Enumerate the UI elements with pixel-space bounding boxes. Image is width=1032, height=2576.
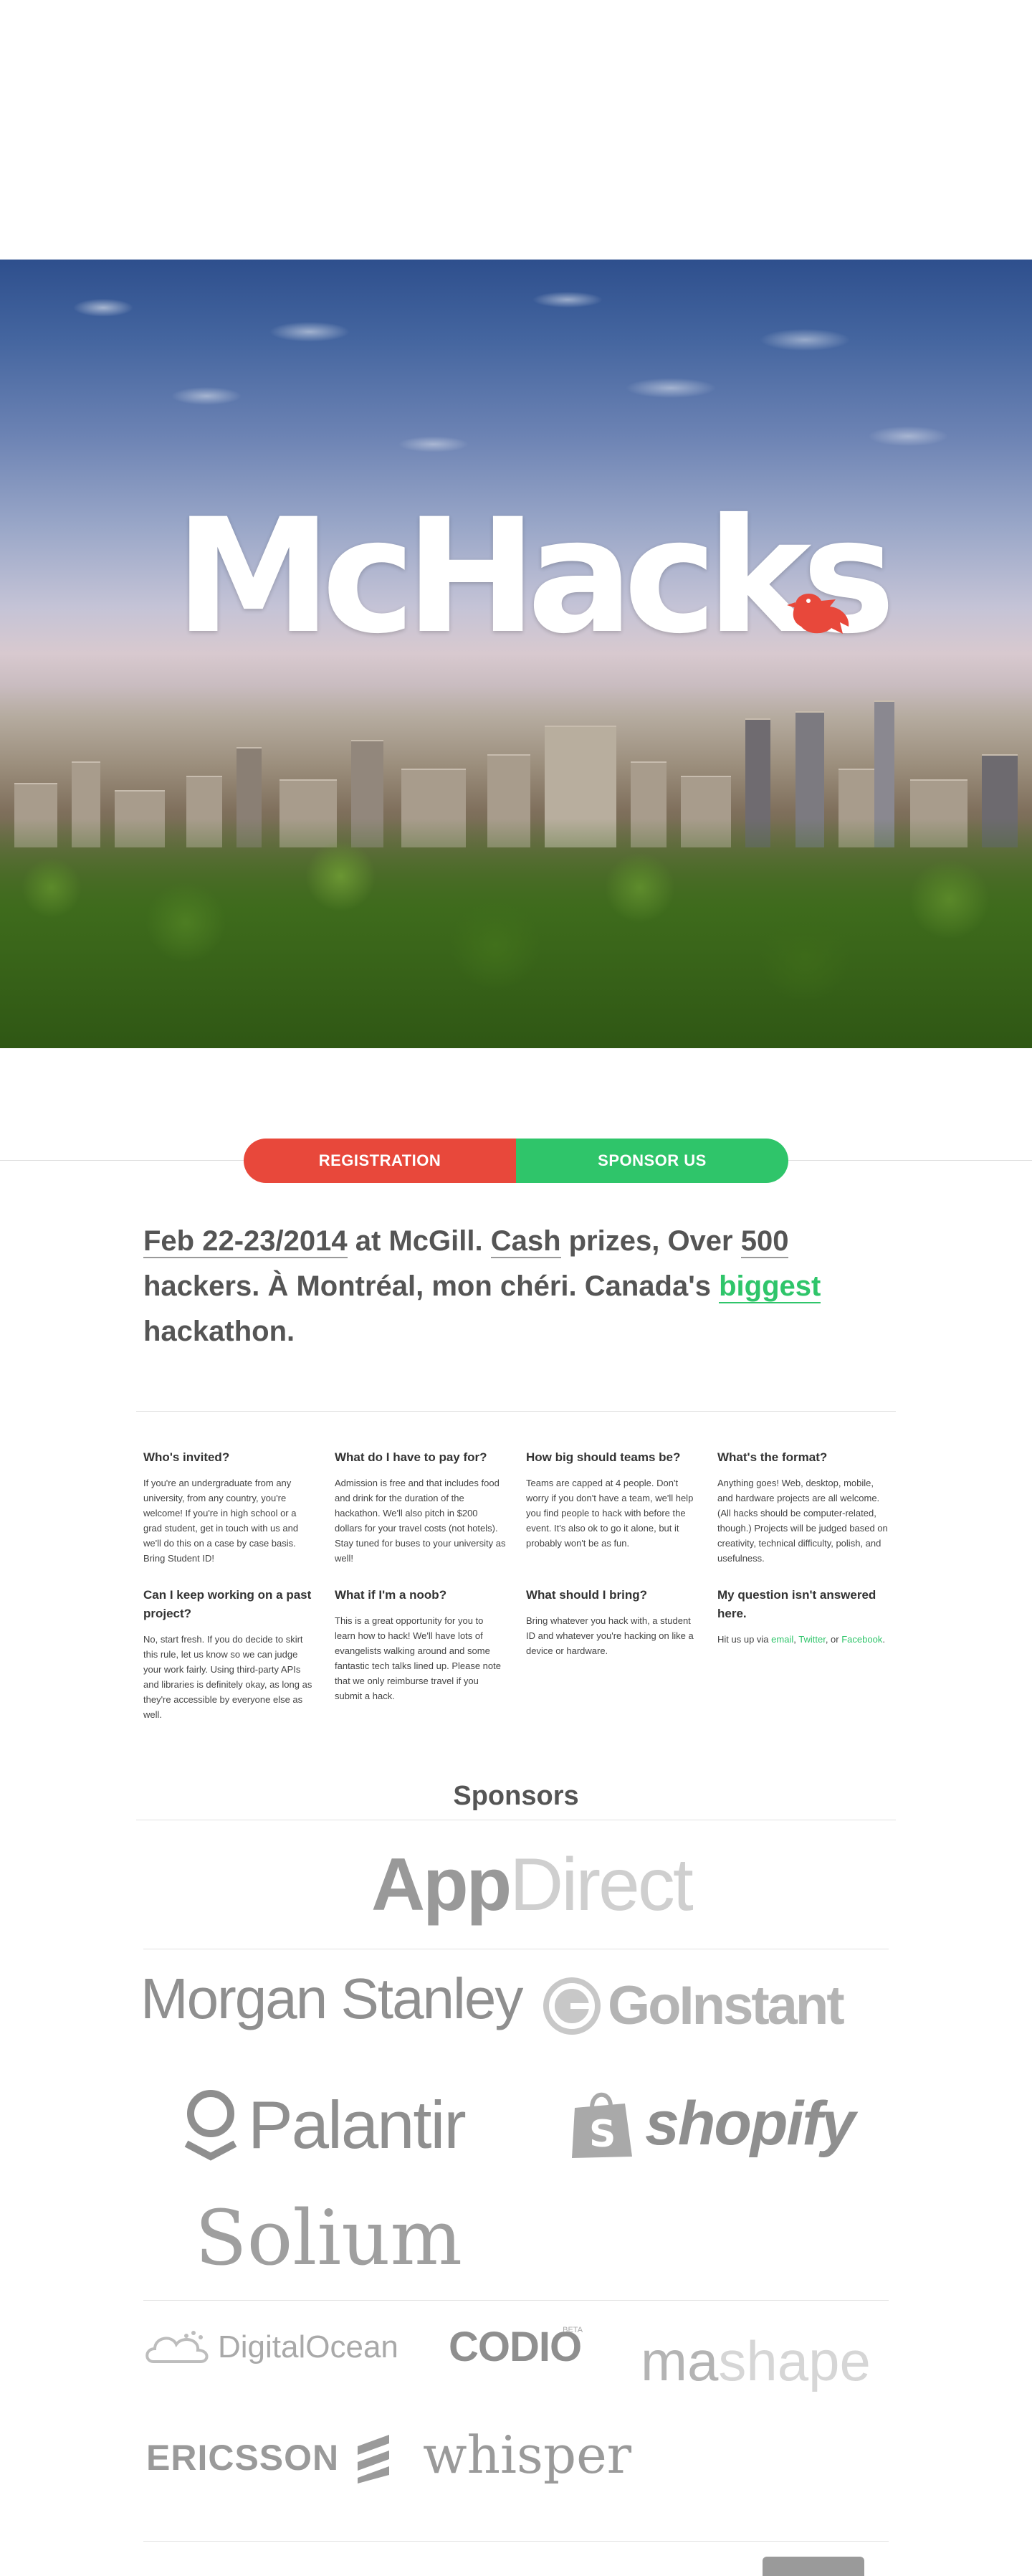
hacker-count: 500 [740, 1225, 789, 1258]
faq-item: What should I bring? Bring whatever you … [526, 1586, 697, 1722]
faq-question: What do I have to pay for? [335, 1450, 487, 1464]
palantir-icon [184, 2090, 237, 2161]
mashape-logo-part: shape [718, 2329, 871, 2392]
sponsors-title: Sponsors [453, 1781, 579, 1811]
sponsor-us-button[interactable]: SPONSOR US [516, 1139, 788, 1183]
ericsson-logo[interactable]: ERICSSON [146, 2432, 393, 2484]
logo-text: McHacks [175, 485, 896, 668]
faq-answer: Bring whatever you hack with, a student … [526, 1615, 694, 1656]
shopify-logo[interactable]: S shopify [568, 2086, 856, 2161]
goinstant-text: GoInstant [608, 1975, 845, 2036]
facebook-link[interactable]: Facebook [841, 1634, 882, 1645]
section-divider [136, 1411, 896, 1412]
palantir-logo[interactable]: Palantir [182, 2086, 467, 2164]
goinstant-icon [543, 1977, 601, 2035]
shopify-bag-icon: S [572, 2092, 632, 2158]
faq-grid: Who's invited? If you're an undergraduat… [143, 1448, 889, 1722]
ericsson-text: ERICSSON [146, 2438, 340, 2478]
faq-answer: Hit us up via email, Twitter, or Faceboo… [717, 1632, 889, 1647]
palantir-text: Palantir [248, 2087, 467, 2162]
faq-answer-text: , or [825, 1634, 842, 1645]
email-link[interactable]: email [771, 1634, 793, 1645]
faq-answer: Teams are capped at 4 people. Don't worr… [526, 1478, 694, 1549]
faq-answer-text: . [882, 1634, 885, 1645]
svg-text:S: S [589, 2113, 616, 2156]
bird-icon [787, 593, 849, 634]
faq-answer: No, start fresh. If you do decide to ski… [143, 1634, 312, 1720]
event-date: Feb 22-23/2014 [143, 1225, 348, 1258]
ericsson-icon [358, 2435, 390, 2484]
faq-item: What do I have to pay for? Admission is … [335, 1448, 506, 1566]
faq-answer: Admission is free and that includes food… [335, 1478, 506, 1564]
faq-item: Who's invited? If you're an undergraduat… [143, 1448, 315, 1566]
hero-trees [0, 819, 1032, 1048]
mashape-logo[interactable]: mashape [641, 2329, 871, 2394]
cta-buttons: REGISTRATION SPONSOR US [244, 1139, 788, 1183]
appdirect-logo[interactable]: AppDirect [371, 1843, 694, 1928]
faq-item: What if I'm a noob? This is a great oppo… [335, 1586, 506, 1722]
faq-item: What's the format? Anything goes! Web, d… [717, 1448, 889, 1566]
twitter-link[interactable]: Twitter [798, 1634, 826, 1645]
cash-prizes-link[interactable]: Cash [490, 1225, 561, 1258]
digitalocean-cloud-icon [145, 2331, 209, 2363]
intro-text: at McGill. [347, 1225, 491, 1257]
intro-text: hackers. À Montréal, mon chéri. Canada's [143, 1270, 720, 1302]
digitalocean-logo[interactable]: DigitalOcean [143, 2326, 398, 2369]
registration-button[interactable]: REGISTRATION [244, 1139, 516, 1183]
morgan-stanley-logo[interactable]: Morgan Stanley [140, 1966, 523, 2032]
appdirect-logo-part: App [371, 1843, 512, 1926]
faq-question: What's the format? [717, 1450, 828, 1464]
intro-text: hackathon. [143, 1316, 295, 1347]
faq-question: Can I keep working on a past project? [143, 1588, 312, 1620]
codio-text: CODIO [449, 2324, 582, 2370]
faq-question: How big should teams be? [526, 1450, 681, 1464]
goinstant-logo[interactable]: GoInstant [542, 1974, 845, 2037]
appdirect-logo-part: Direct [510, 1843, 694, 1926]
shopify-text: shopify [645, 2088, 856, 2158]
faq-question: What should I bring? [526, 1588, 648, 1602]
faq-answer-text: Hit us up via [717, 1634, 772, 1645]
mchacks-logo: McHacks [175, 485, 896, 668]
faq-item: My question isn't answered here. Hit us … [717, 1586, 889, 1722]
sponsors-divider [143, 2300, 889, 2301]
whisper-logo[interactable]: whisper [423, 2425, 631, 2485]
faq-answer: If you're an undergraduate from any univ… [143, 1478, 299, 1564]
mashape-logo-part: ma [641, 2329, 719, 2392]
faq-item: Can I keep working on a past project? No… [143, 1586, 315, 1722]
faq-answer: Anything goes! Web, desktop, mobile, and… [717, 1478, 888, 1564]
sponsors-divider [143, 2541, 889, 2542]
codio-beta-badge: BETA [563, 2326, 583, 2334]
faq-answer: This is a great opportunity for you to l… [335, 1615, 501, 1701]
intro-statement: Feb 22-23/2014 at McGill. Cash prizes, O… [143, 1219, 889, 1354]
faq-question: My question isn't answered here. [717, 1588, 876, 1620]
hero-banner: McHacks [0, 260, 1032, 1048]
faq-item: How big should teams be? Teams are cappe… [526, 1448, 697, 1566]
faq-question: Who's invited? [143, 1450, 230, 1464]
partial-sponsor-logo [763, 2557, 864, 2576]
faq-question: What if I'm a noob? [335, 1588, 447, 1602]
intro-text: prizes, Over [560, 1225, 741, 1257]
digitalocean-text: DigitalOcean [218, 2329, 398, 2364]
solium-logo[interactable]: Solium [195, 2194, 462, 2282]
codio-logo[interactable]: CODIO BETA [449, 2323, 583, 2371]
biggest-link[interactable]: biggest [719, 1270, 821, 1303]
